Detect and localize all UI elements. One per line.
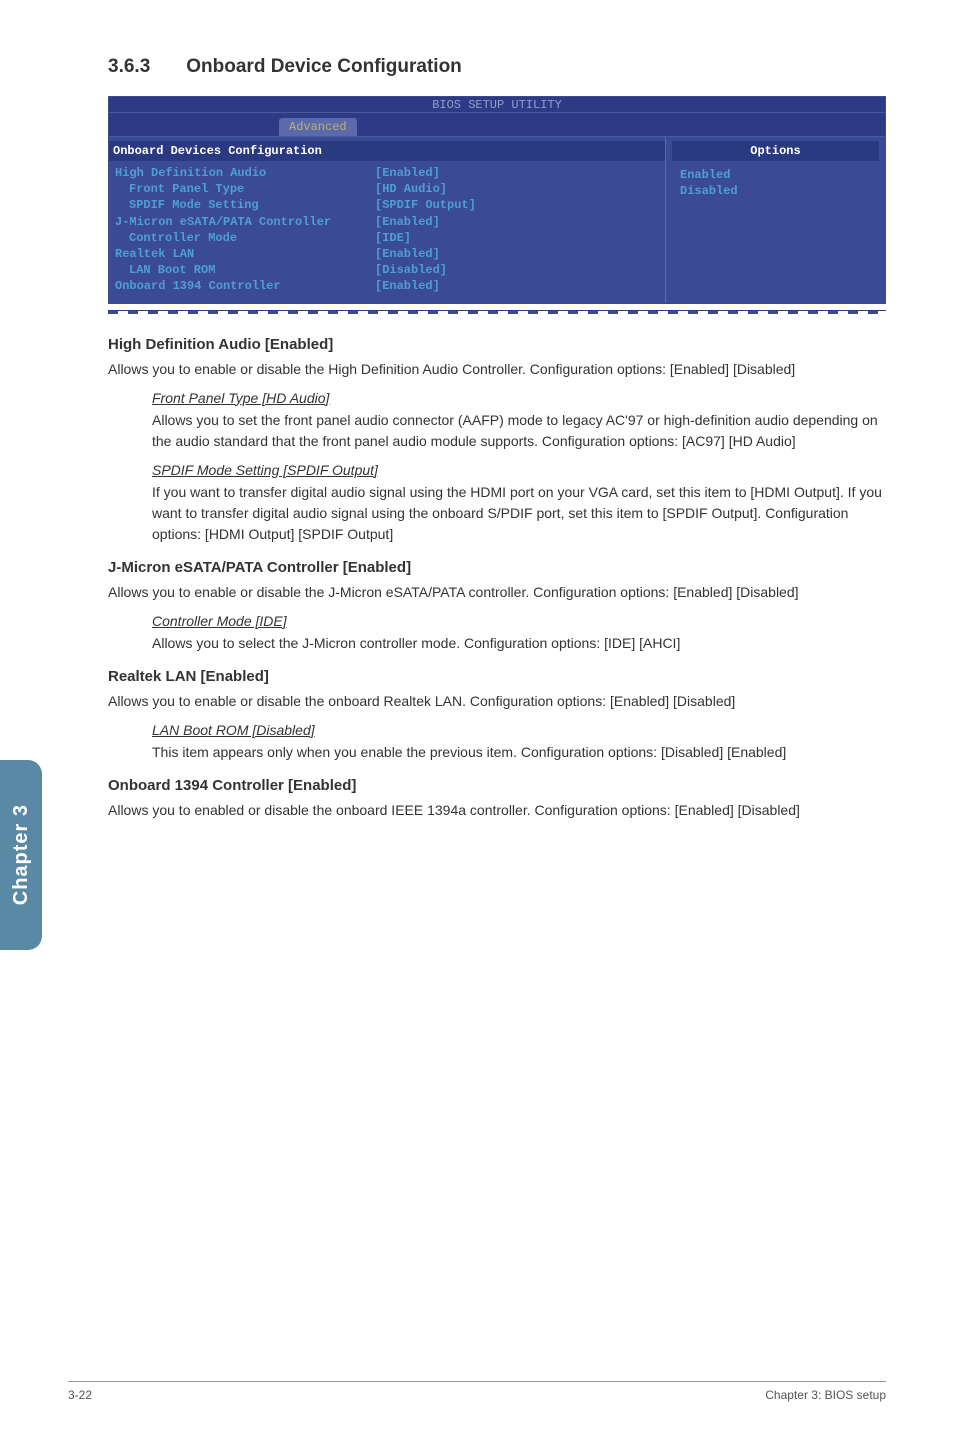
para-hd-audio: Allows you to enable or disable the High… [108, 359, 886, 380]
chapter-side-tab: Chapter 3 [0, 760, 42, 950]
bios-divider [108, 310, 886, 314]
subsub-controller-mode: Controller Mode [IDE] [152, 613, 886, 629]
sub-hd-audio: High Definition Audio [Enabled] [108, 336, 886, 353]
bios-config-header: Onboard Devices Configuration [109, 141, 665, 161]
bios-row-controller-mode[interactable]: Controller Mode[IDE] [115, 230, 659, 246]
bios-row-hd-audio[interactable]: High Definition Audio[Enabled] [115, 165, 659, 181]
bios-option-enabled[interactable]: Enabled [666, 167, 885, 183]
footer-page-number: 3-22 [68, 1388, 92, 1402]
footer-chapter: Chapter 3: BIOS setup [765, 1388, 886, 1402]
subsub-front-panel: Front Panel Type [HD Audio] [152, 390, 886, 406]
para-jmicron: Allows you to enable or disable the J-Mi… [108, 582, 886, 603]
para-controller-mode: Allows you to select the J-Micron contro… [152, 633, 886, 654]
bios-row-front-panel[interactable]: Front Panel Type[HD Audio] [115, 181, 659, 197]
subsub-spdif: SPDIF Mode Setting [SPDIF Output] [152, 462, 886, 478]
bios-row-realtek-lan[interactable]: Realtek LAN[Enabled] [115, 246, 659, 262]
bios-panel: BIOS SETUP UTILITY Advanced Onboard Devi… [108, 96, 886, 304]
bios-tab-row: Advanced [109, 113, 885, 137]
bios-row-jmicron[interactable]: J-Micron eSATA/PATA Controller[Enabled] [115, 214, 659, 230]
sub-realtek: Realtek LAN [Enabled] [108, 668, 886, 685]
sub-1394: Onboard 1394 Controller [Enabled] [108, 777, 886, 794]
chapter-side-tab-label: Chapter 3 [10, 804, 33, 905]
bios-options-header: Options [672, 141, 879, 161]
bios-row-spdif[interactable]: SPDIF Mode Setting[SPDIF Output] [115, 197, 659, 213]
para-spdif: If you want to transfer digital audio si… [152, 482, 886, 545]
para-realtek: Allows you to enable or disable the onbo… [108, 691, 886, 712]
section-heading: 3.6.3 Onboard Device Configuration [108, 56, 886, 78]
para-1394: Allows you to enabled or disable the onb… [108, 800, 886, 821]
para-front-panel: Allows you to set the front panel audio … [152, 410, 886, 452]
sub-jmicron: J-Micron eSATA/PATA Controller [Enabled] [108, 559, 886, 576]
bios-left-pane: Onboard Devices Configuration High Defin… [109, 137, 665, 303]
page-footer: 3-22 Chapter 3: BIOS setup [68, 1381, 886, 1402]
bios-title: BIOS SETUP UTILITY [109, 97, 885, 113]
para-lan-boot-rom: This item appears only when you enable t… [152, 742, 886, 763]
section-title: Onboard Device Configuration [186, 56, 462, 77]
section-number: 3.6.3 [108, 56, 150, 78]
bios-row-1394[interactable]: Onboard 1394 Controller[Enabled] [115, 278, 659, 294]
subsub-lan-boot-rom: LAN Boot ROM [Disabled] [152, 722, 886, 738]
bios-row-lan-boot-rom[interactable]: LAN Boot ROM[Disabled] [115, 262, 659, 278]
bios-option-disabled[interactable]: Disabled [666, 183, 885, 199]
bios-right-pane: Options Enabled Disabled [665, 137, 885, 303]
bios-tab-advanced[interactable]: Advanced [279, 118, 357, 136]
